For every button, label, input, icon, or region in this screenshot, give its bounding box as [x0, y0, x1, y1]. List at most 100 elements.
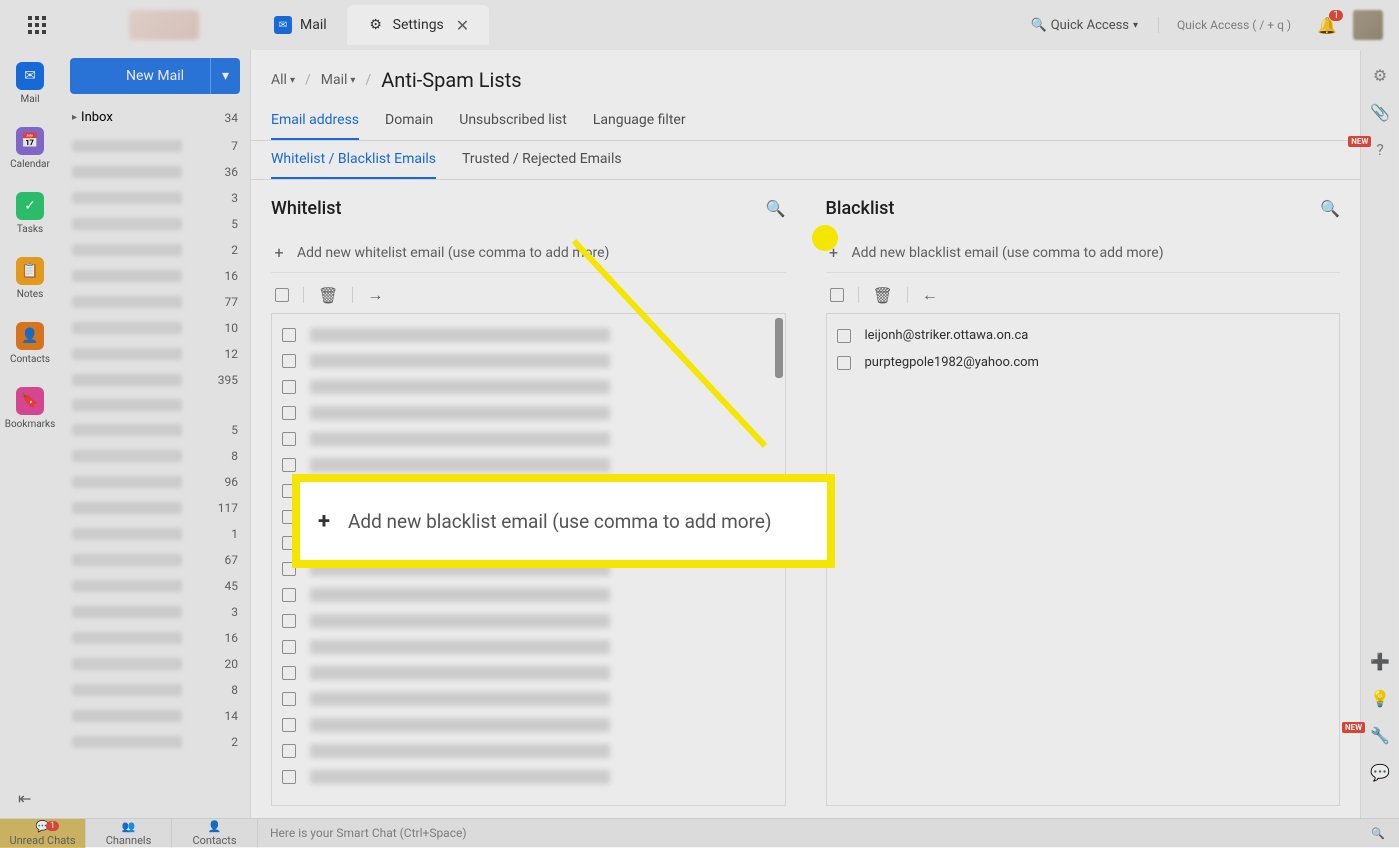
- whitelist-item[interactable]: [278, 400, 779, 426]
- arrow-right-icon[interactable]: →: [367, 285, 383, 305]
- message-row[interactable]: 14: [60, 703, 250, 729]
- new-mail-button[interactable]: New Mail ▾: [70, 58, 240, 94]
- message-row[interactable]: 16: [60, 263, 250, 289]
- message-row[interactable]: 117: [60, 495, 250, 521]
- add-whitelist-row[interactable]: + Add new whitelist email (use comma to …: [271, 233, 786, 273]
- attachments-icon[interactable]: 📎: [1370, 103, 1390, 122]
- subtab-trusted-rejected[interactable]: Trusted / Rejected Emails: [462, 141, 622, 179]
- whitelist-item[interactable]: [278, 348, 779, 374]
- bottom-tab-channels[interactable]: 👥 Channels: [86, 819, 172, 848]
- whitelist-item[interactable]: [278, 426, 779, 452]
- message-row[interactable]: 36: [60, 159, 250, 185]
- tab-settings[interactable]: ⚙ Settings ✕: [347, 5, 490, 45]
- message-row[interactable]: 395: [60, 367, 250, 393]
- whitelist-item[interactable]: [278, 634, 779, 660]
- message-row[interactable]: 10: [60, 315, 250, 341]
- crumb-mail[interactable]: Mail▾: [321, 72, 356, 88]
- subtab-domain[interactable]: Domain: [385, 102, 433, 140]
- message-row[interactable]: 8: [60, 677, 250, 703]
- checkbox[interactable]: [282, 692, 296, 706]
- search-icon[interactable]: 🔍: [1357, 827, 1399, 840]
- bottom-tab-unread-chats[interactable]: 💬 1 Unread Chats: [0, 819, 86, 848]
- checkbox[interactable]: [282, 666, 296, 680]
- checkbox[interactable]: [282, 354, 296, 368]
- whitelist-item[interactable]: [278, 322, 779, 348]
- folder-inbox[interactable]: ▸ Inbox 34: [60, 102, 250, 133]
- message-row[interactable]: 5: [60, 211, 250, 237]
- tips-icon[interactable]: 💡: [1370, 689, 1390, 708]
- trash-icon[interactable]: 🗑: [318, 286, 338, 305]
- message-row[interactable]: 1: [60, 521, 250, 547]
- message-row[interactable]: [60, 393, 250, 417]
- close-icon[interactable]: ✕: [456, 16, 469, 35]
- checkbox[interactable]: [282, 458, 296, 472]
- remote-icon[interactable]: 🔧NEW: [1370, 726, 1390, 745]
- arrow-left-icon[interactable]: ←: [922, 285, 938, 305]
- message-row[interactable]: 45: [60, 573, 250, 599]
- whitelist-item[interactable]: [278, 660, 779, 686]
- message-row[interactable]: 5: [60, 417, 250, 443]
- rail-mail[interactable]: ✉Mail: [10, 58, 50, 109]
- checkbox[interactable]: [282, 432, 296, 446]
- message-row[interactable]: 16: [60, 625, 250, 651]
- checkbox[interactable]: [282, 328, 296, 342]
- add-widget-icon[interactable]: ➕: [1370, 652, 1390, 671]
- message-row[interactable]: 20: [60, 651, 250, 677]
- whitelist-item[interactable]: [278, 608, 779, 634]
- checkbox[interactable]: [837, 329, 851, 343]
- checkbox[interactable]: [282, 380, 296, 394]
- whitelist-item[interactable]: [278, 764, 779, 790]
- checkbox[interactable]: [837, 356, 851, 370]
- message-row[interactable]: 2: [60, 729, 250, 755]
- whitelist-item[interactable]: [278, 582, 779, 608]
- checkbox[interactable]: [282, 770, 296, 784]
- rail-bookmarks[interactable]: 🔖Bookmarks: [0, 383, 61, 434]
- notifications-button[interactable]: 🔔 1: [1309, 8, 1345, 43]
- chevron-down-icon[interactable]: ▾: [210, 58, 240, 94]
- quick-access-button[interactable]: 🔍 Quick Access ▾: [1019, 12, 1151, 39]
- search-icon[interactable]: 🔍: [766, 199, 786, 218]
- message-row[interactable]: 8: [60, 443, 250, 469]
- whitelist-item[interactable]: [278, 686, 779, 712]
- search-icon[interactable]: 🔍: [1320, 199, 1340, 218]
- blacklist-item[interactable]: purptegpole1982@yahoo.com: [833, 349, 1334, 376]
- subtab-unsubscribed[interactable]: Unsubscribed list: [459, 102, 567, 140]
- checkbox[interactable]: [282, 718, 296, 732]
- add-blacklist-row[interactable]: + Add new blacklist email (use comma to …: [826, 233, 1341, 273]
- settings-gear-icon[interactable]: ⚙: [1373, 66, 1387, 85]
- chat-icon[interactable]: 💬: [1370, 763, 1390, 782]
- subtab-email[interactable]: Email address: [271, 102, 359, 140]
- checkbox[interactable]: [282, 614, 296, 628]
- message-row[interactable]: 77: [60, 289, 250, 315]
- select-all-checkbox[interactable]: [275, 288, 289, 302]
- message-row[interactable]: 3: [60, 185, 250, 211]
- rail-calendar[interactable]: 📅Calendar: [4, 123, 56, 174]
- blacklist-item[interactable]: leijonh@striker.ottawa.on.ca: [833, 322, 1334, 349]
- collapse-rail-icon[interactable]: ⇤: [18, 789, 31, 808]
- checkbox[interactable]: [282, 640, 296, 654]
- message-row[interactable]: 96: [60, 469, 250, 495]
- select-all-checkbox[interactable]: [830, 288, 844, 302]
- rail-notes[interactable]: 📋Notes: [10, 253, 50, 304]
- apps-launcher-icon[interactable]: [25, 13, 49, 37]
- message-row[interactable]: 3: [60, 599, 250, 625]
- message-row[interactable]: 12: [60, 341, 250, 367]
- crumb-all[interactable]: All▾: [271, 72, 295, 88]
- message-row[interactable]: 2: [60, 237, 250, 263]
- trash-icon[interactable]: 🗑: [873, 286, 893, 305]
- whitelist-item[interactable]: [278, 738, 779, 764]
- rail-contacts[interactable]: 👤Contacts: [4, 318, 56, 369]
- rail-tasks[interactable]: ✓Tasks: [10, 188, 50, 239]
- avatar[interactable]: [1353, 10, 1383, 40]
- help-icon[interactable]: ?NEW: [1376, 140, 1384, 159]
- whitelist-item[interactable]: [278, 712, 779, 738]
- scrollbar[interactable]: [775, 318, 783, 378]
- subtab-language[interactable]: Language filter: [593, 102, 686, 140]
- checkbox[interactable]: [282, 588, 296, 602]
- subtab-whitelist-blacklist[interactable]: Whitelist / Blacklist Emails: [271, 141, 436, 179]
- message-row[interactable]: 7: [60, 133, 250, 159]
- bottom-tab-contacts[interactable]: 👤 Contacts: [172, 819, 258, 848]
- checkbox[interactable]: [282, 406, 296, 420]
- tab-mail[interactable]: ✉ Mail: [254, 5, 347, 45]
- checkbox[interactable]: [282, 744, 296, 758]
